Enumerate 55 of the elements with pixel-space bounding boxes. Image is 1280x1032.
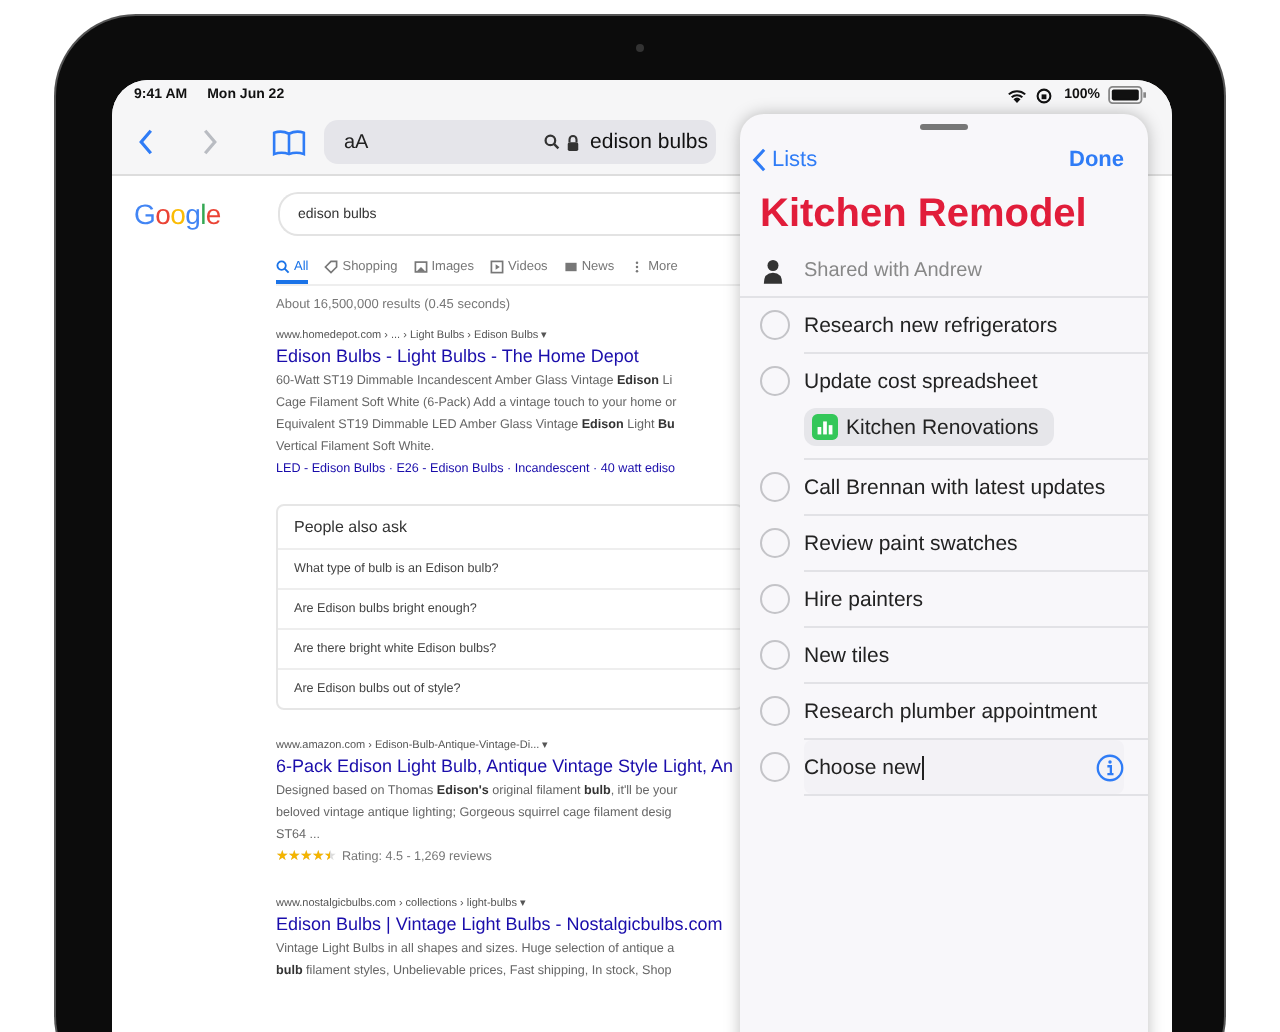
- reminder-text[interactable]: Review paint swatches: [804, 531, 1018, 555]
- completion-circle[interactable]: [760, 584, 790, 614]
- completion-circle[interactable]: [760, 366, 790, 396]
- search-icon: [276, 260, 290, 274]
- reminder-text[interactable]: New tiles: [804, 643, 890, 667]
- text-cursor: [922, 755, 925, 779]
- panel-heading: People also ask: [292, 516, 409, 540]
- reminder-row[interactable]: Hire painters: [804, 572, 1124, 626]
- text-size-button[interactable]: aA: [344, 131, 369, 153]
- result-title[interactable]: Edison Bulbs | Vintage Light Bulbs - Nostalgicbulbs.com: [276, 914, 740, 934]
- shared-label: Shared with Andrew: [804, 260, 982, 282]
- back-chevron-icon: [752, 148, 766, 172]
- completion-circle[interactable]: [760, 472, 790, 502]
- reminder-text[interactable]: Update cost spreadsheet: [804, 369, 1038, 393]
- google-logo: Google: [134, 198, 223, 230]
- completion-circle[interactable]: [760, 310, 790, 340]
- tag-icon: [324, 260, 339, 274]
- address-text: edison bulbs: [590, 130, 708, 154]
- lists-back-button[interactable]: Lists: [752, 148, 818, 172]
- reminder-text[interactable]: Choose new: [804, 755, 921, 779]
- image-icon: [413, 260, 428, 274]
- battery-icon: [1108, 86, 1148, 104]
- address-bar[interactable]: aA edison bulbs: [324, 120, 716, 164]
- bookmarks-icon[interactable]: [272, 129, 306, 155]
- result-title[interactable]: 6-Pack Edison Light Bulb, Antique Vintage Style Light, An: [276, 756, 740, 776]
- completion-circle[interactable]: [760, 528, 790, 558]
- grab-handle[interactable]: [920, 124, 968, 130]
- reminder-row[interactable]: Choose new: [804, 740, 1124, 794]
- reminder-text[interactable]: Research plumber appointment: [804, 699, 1097, 723]
- person-silhouette-icon: [762, 258, 784, 284]
- bar-chart-icon: [812, 414, 838, 440]
- reminder-row[interactable]: Update cost spreadsheet: [804, 354, 1124, 408]
- back-icon[interactable]: [138, 128, 154, 156]
- result-title[interactable]: Edison Bulbs - Light Bulbs - The Home Depot: [276, 346, 740, 366]
- reminder-row[interactable]: New tiles: [804, 628, 1124, 682]
- lock-icon: [566, 133, 581, 151]
- reminder-row[interactable]: Review paint swatches: [804, 516, 1124, 570]
- search-icon: [544, 134, 561, 150]
- forward-icon[interactable]: [202, 128, 218, 156]
- info-icon[interactable]: [1096, 753, 1124, 781]
- camera-dot: [636, 44, 644, 52]
- reminder-row[interactable]: Research plumber appointment: [804, 684, 1124, 738]
- list-title: Kitchen Remodel: [758, 190, 1089, 238]
- completion-circle[interactable]: [760, 752, 790, 782]
- completion-circle[interactable]: [760, 640, 790, 670]
- wifi-icon: [1006, 87, 1029, 103]
- done-button[interactable]: Done: [1069, 148, 1124, 172]
- reminder-text[interactable]: Hire painters: [804, 587, 924, 611]
- play-icon: [490, 260, 505, 274]
- attachment-chip[interactable]: Kitchen Renovations: [804, 408, 1055, 446]
- reminder-text[interactable]: Research new refrigerators: [804, 313, 1058, 337]
- completion-circle[interactable]: [760, 696, 790, 726]
- reminder-row[interactable]: Research new refrigerators: [804, 298, 1124, 352]
- reminder-row[interactable]: Call Brennan with latest updates: [804, 460, 1124, 514]
- reminder-text[interactable]: Call Brennan with latest updates: [804, 475, 1106, 499]
